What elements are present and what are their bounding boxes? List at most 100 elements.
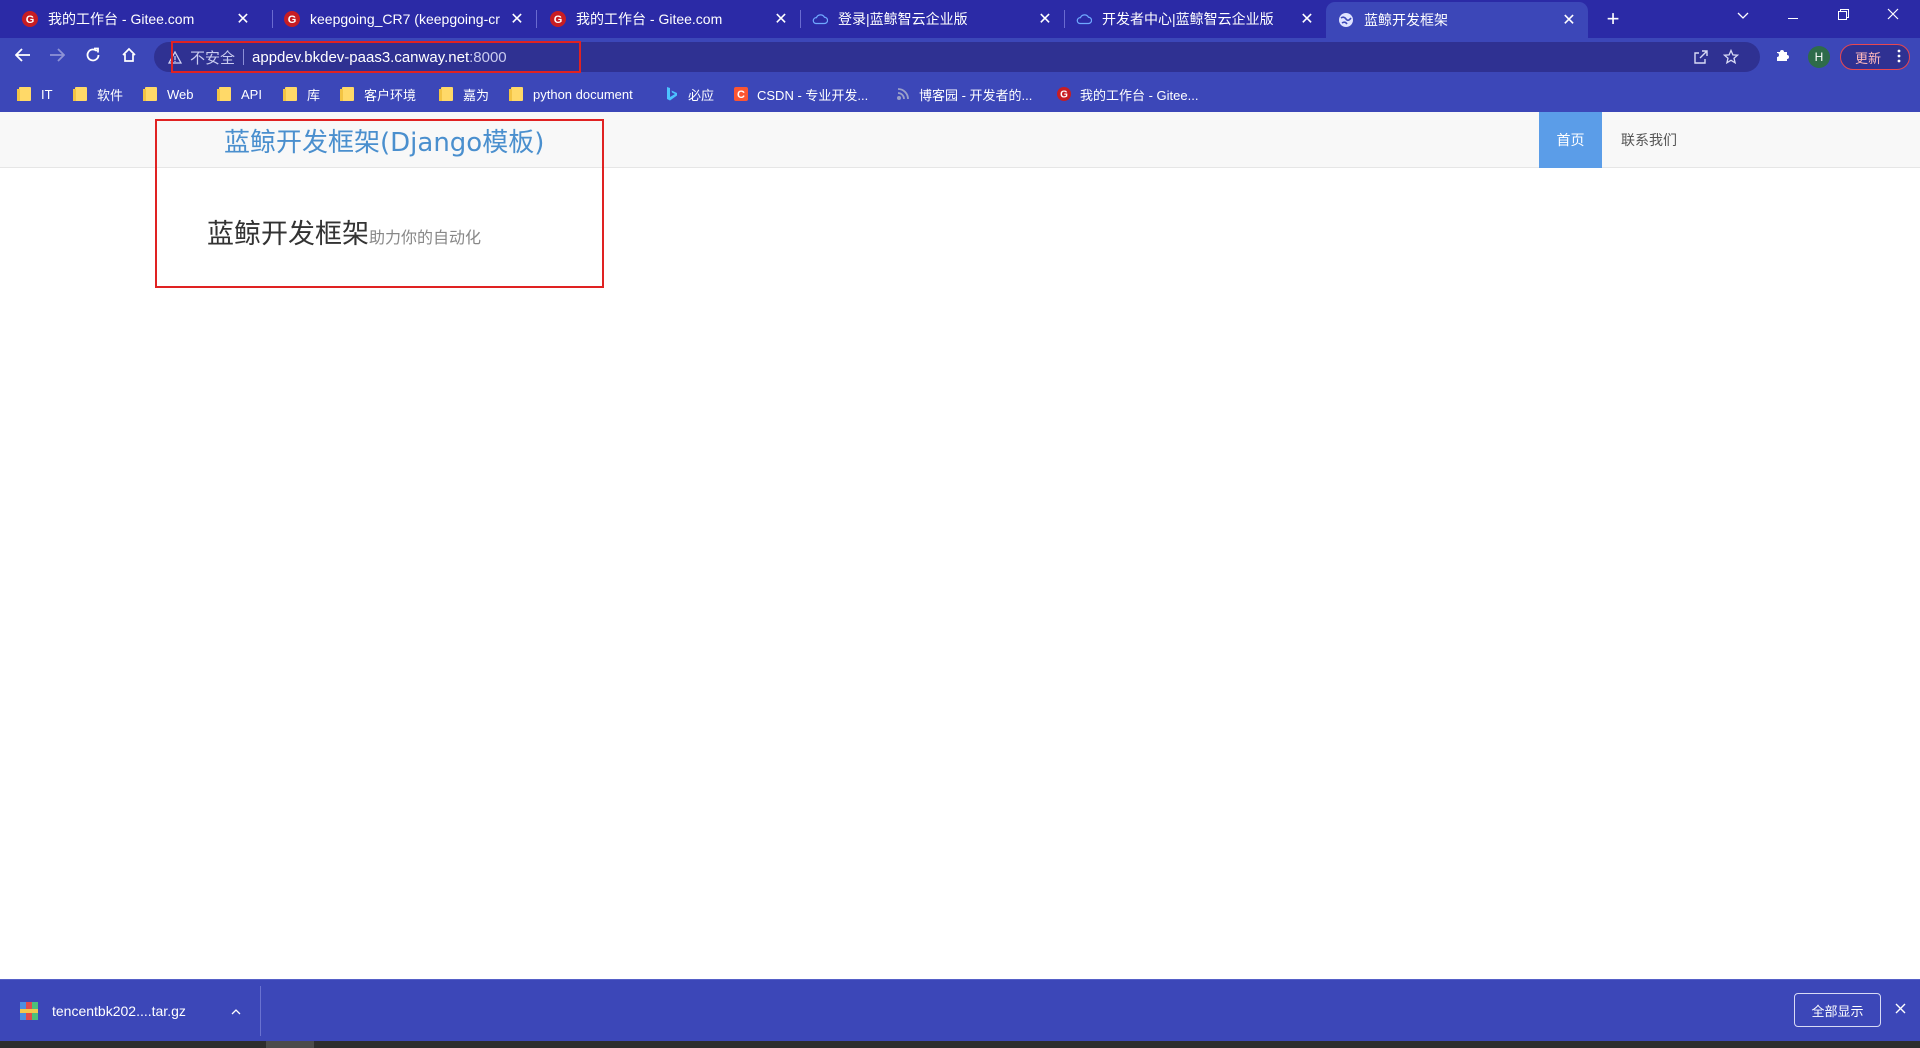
folder-icon: [217, 87, 232, 101]
download-bar: tencentbk202....tar.gz 全部显示: [0, 979, 1920, 1041]
more-menu-icon[interactable]: [1897, 48, 1901, 67]
folder-icon: [17, 87, 32, 101]
nav-home[interactable]: 首页: [1539, 112, 1602, 168]
site-brand[interactable]: 蓝鲸开发框架(Django模板): [224, 122, 544, 159]
folder-icon: [143, 87, 158, 101]
bookmark-folder-api[interactable]: API: [217, 84, 262, 104]
url-host[interactable]: appdev.bkdev-paas3.canway.net: [252, 49, 469, 66]
minimize-button[interactable]: [1768, 0, 1818, 30]
taskbar-strip: [0, 1041, 1920, 1048]
archive-file-icon: [18, 1000, 40, 1022]
share-icon[interactable]: [1692, 48, 1710, 66]
address-divider: [243, 49, 245, 65]
svg-text:G: G: [26, 14, 35, 26]
svg-text:G: G: [1060, 90, 1068, 101]
bookmark-cnblogs[interactable]: 博客园 - 开发者的...: [896, 84, 1032, 104]
bookmark-label: 必应: [688, 87, 715, 103]
close-icon[interactable]: ✕: [1560, 11, 1578, 29]
svg-text:C: C: [737, 89, 745, 101]
show-all-downloads-button[interactable]: 全部显示: [1794, 993, 1881, 1027]
star-icon[interactable]: [1722, 48, 1740, 66]
close-icon[interactable]: ✕: [772, 10, 790, 28]
minimize-icon: [1788, 7, 1798, 23]
close-icon[interactable]: ✕: [1298, 10, 1316, 28]
folder-icon: [340, 87, 355, 101]
gitee-icon: G: [284, 11, 300, 27]
bookmark-label: 博客园 - 开发者的...: [919, 87, 1033, 103]
tab-title: 蓝鲸开发框架: [1364, 12, 1448, 28]
bookmark-folder-software[interactable]: 软件: [73, 84, 123, 104]
bookmark-gitee[interactable]: G 我的工作台 - Gitee...: [1057, 84, 1198, 104]
tab-title: 我的工作台 - Gitee.com: [576, 11, 723, 27]
download-options-button[interactable]: [226, 1000, 246, 1020]
svg-text:G: G: [288, 14, 297, 26]
bookmarks-bar: IT 软件 Web API 库 客户环境 嘉为 python document …: [0, 76, 1920, 112]
tab-bk-developer-center[interactable]: 开发者中心|蓝鲸智云企业版 ✕: [1064, 0, 1326, 38]
home-button[interactable]: [114, 42, 144, 72]
bookmark-bing[interactable]: 必应: [665, 84, 714, 104]
profile-avatar[interactable]: H: [1808, 46, 1830, 68]
bookmark-label: python document: [533, 86, 633, 102]
close-icon[interactable]: ✕: [1036, 10, 1054, 28]
bookmark-folder-lib[interactable]: 库: [283, 84, 321, 104]
bookmark-label: 库: [307, 87, 321, 103]
security-label[interactable]: 不安全: [190, 47, 235, 68]
hero-heading: 蓝鲸开发框架助力你的自动化: [207, 212, 481, 251]
tab-gitee-workbench-1[interactable]: G 我的工作台 - Gitee.com ✕: [0, 0, 262, 38]
gitee-icon: G: [22, 11, 38, 27]
url-port[interactable]: :8000: [469, 49, 507, 66]
browser-toolbar: 不安全 appdev.bkdev-paas3.canway.net:8000 H…: [0, 38, 1920, 76]
back-button[interactable]: [8, 42, 38, 72]
close-icon: [1895, 1001, 1906, 1019]
restore-icon: [1837, 7, 1849, 23]
download-divider: [260, 986, 261, 1036]
home-icon: [121, 47, 137, 68]
folder-icon: [509, 87, 524, 101]
close-icon[interactable]: ✕: [508, 10, 526, 28]
bookmark-label: API: [241, 86, 262, 102]
site-navbar: 蓝鲸开发框架(Django模板) 首页 联系我们: [0, 112, 1920, 168]
cloud-icon: [812, 11, 828, 27]
bookmark-folder-canway[interactable]: 嘉为: [439, 84, 489, 104]
hero-title: 蓝鲸开发框架: [207, 219, 369, 250]
tab-bk-framework[interactable]: 蓝鲸开发框架 ✕: [1326, 2, 1588, 38]
forward-button[interactable]: [42, 42, 72, 72]
bookmark-folder-customer-env[interactable]: 客户环境: [340, 84, 416, 104]
bookmark-folder-python-document[interactable]: python document: [509, 84, 633, 104]
tab-gitee-workbench-2[interactable]: G 我的工作台 - Gitee.com ✕: [536, 0, 800, 38]
reload-button[interactable]: [78, 42, 108, 72]
gitee-icon: G: [1057, 87, 1071, 101]
bing-icon: [665, 87, 679, 101]
bookmark-label: IT: [41, 86, 53, 102]
bookmark-csdn[interactable]: C CSDN - 专业开发...: [734, 84, 868, 104]
tab-bk-login[interactable]: 登录|蓝鲸智云企业版 ✕: [800, 0, 1064, 38]
cloud-icon: [1076, 11, 1092, 27]
gitee-icon: G: [550, 11, 566, 27]
bookmark-folder-web[interactable]: Web: [143, 84, 194, 104]
close-icon[interactable]: ✕: [234, 10, 252, 28]
update-button[interactable]: 更新: [1840, 44, 1910, 70]
folder-icon: [439, 87, 454, 101]
download-file-name: tencentbk202....tar.gz: [52, 1003, 186, 1019]
close-download-bar-button[interactable]: [1890, 1000, 1910, 1020]
tab-title: keepgoing_CR7 (keepgoing-cr: [310, 11, 500, 27]
bookmark-label: 我的工作台 - Gitee...: [1080, 87, 1199, 103]
bookmark-label: Web: [167, 86, 194, 102]
close-window-button[interactable]: [1868, 0, 1918, 30]
tab-search-button[interactable]: [1718, 0, 1768, 30]
csdn-icon: C: [734, 87, 748, 101]
warning-icon[interactable]: [168, 50, 182, 64]
cnblogs-icon: [896, 87, 910, 101]
taskbar-item[interactable]: [266, 1041, 314, 1048]
tab-title: 登录|蓝鲸智云企业版: [838, 11, 968, 27]
globe-icon: [1338, 12, 1354, 28]
new-tab-button[interactable]: +: [1600, 6, 1626, 32]
bookmark-folder-it[interactable]: IT: [17, 84, 53, 104]
nav-contact[interactable]: 联系我们: [1602, 112, 1696, 168]
tab-keepgoing[interactable]: G keepgoing_CR7 (keepgoing-cr ✕: [272, 0, 536, 38]
address-bar[interactable]: 不安全 appdev.bkdev-paas3.canway.net:8000: [154, 42, 1760, 72]
chevron-up-icon: [231, 1002, 241, 1018]
download-item[interactable]: tencentbk202....tar.gz: [18, 980, 186, 1042]
extensions-button[interactable]: [1768, 42, 1798, 72]
restore-button[interactable]: [1818, 0, 1868, 30]
